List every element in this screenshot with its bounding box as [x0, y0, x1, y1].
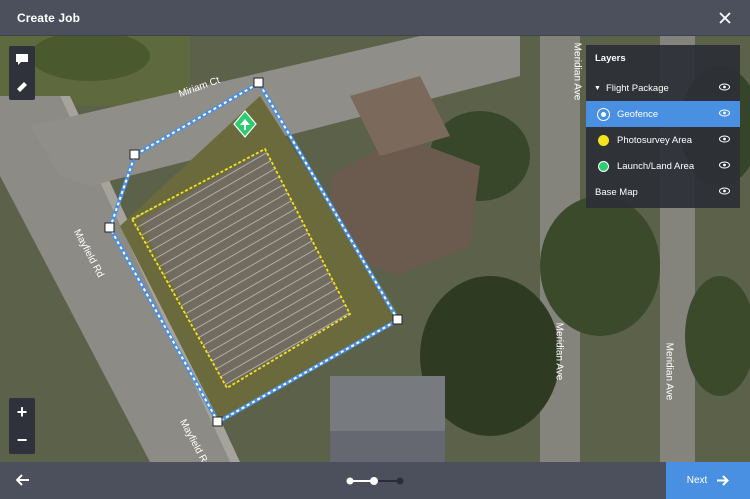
launch-dot-icon	[598, 160, 609, 172]
layer-label-geofence: Geofence	[617, 108, 659, 120]
street-label-meridian-3: Meridian Ave	[571, 42, 583, 101]
step-indicator	[346, 477, 404, 485]
geofence-vertex	[212, 416, 223, 427]
ruler-icon	[17, 81, 27, 92]
layer-item-photosurvey[interactable]: Photosurvey Area	[586, 127, 740, 153]
forward-arrow-icon	[717, 475, 730, 486]
ruler-tool[interactable]	[13, 78, 31, 96]
layer-item-launch-land[interactable]: Launch/Land Area	[586, 153, 740, 179]
step-dot-current	[370, 477, 378, 485]
next-label: Next	[686, 475, 708, 486]
street-label-meridian-2: Meridian Ave	[663, 342, 675, 401]
next-button[interactable]: Next	[666, 462, 750, 499]
eye-icon[interactable]	[719, 161, 730, 169]
layer-label-base-map: Base Map	[595, 186, 638, 198]
layer-item-geofence[interactable]: Geofence	[586, 101, 740, 127]
zoom-out-button[interactable]: −	[9, 431, 35, 449]
header-bar: Create Job	[0, 0, 750, 36]
street-label-meridian: Meridian Ave	[553, 322, 565, 381]
geofence-vertex	[104, 222, 115, 233]
eye-icon[interactable]	[719, 83, 730, 91]
comment-tool[interactable]	[13, 51, 31, 69]
layers-panel: Layers ▼ Flight Package Geofence Photosu…	[586, 45, 740, 208]
layer-label-photosurvey: Photosurvey Area	[617, 134, 692, 146]
footer-bar: Next	[0, 462, 750, 499]
layers-title: Layers	[595, 53, 626, 64]
comment-icon	[16, 54, 28, 65]
photosurvey-dot-icon	[598, 134, 609, 146]
zoom-controls: + −	[9, 398, 35, 454]
close-icon[interactable]	[716, 9, 734, 27]
layer-label-launch-land: Launch/Land Area	[617, 160, 695, 172]
layer-group-flight-package[interactable]: ▼ Flight Package	[586, 75, 740, 101]
back-arrow-icon[interactable]	[16, 474, 30, 486]
step-dot	[396, 477, 404, 485]
geofence-dot-icon	[598, 108, 609, 120]
zoom-in-button[interactable]: +	[9, 403, 35, 421]
caret-down-icon: ▼	[594, 84, 601, 92]
map-tools	[9, 46, 35, 100]
page-title: Create Job	[17, 10, 81, 25]
eye-icon[interactable]	[719, 109, 730, 117]
layer-group-label: Flight Package	[605, 82, 669, 94]
geofence-vertex	[253, 77, 264, 88]
geofence-vertex	[129, 149, 140, 160]
eye-icon[interactable]	[719, 135, 730, 143]
layer-item-base-map[interactable]: Base Map	[586, 179, 740, 205]
step-dot	[346, 477, 354, 485]
geofence-vertex	[392, 314, 403, 325]
eye-icon[interactable]	[719, 187, 730, 195]
